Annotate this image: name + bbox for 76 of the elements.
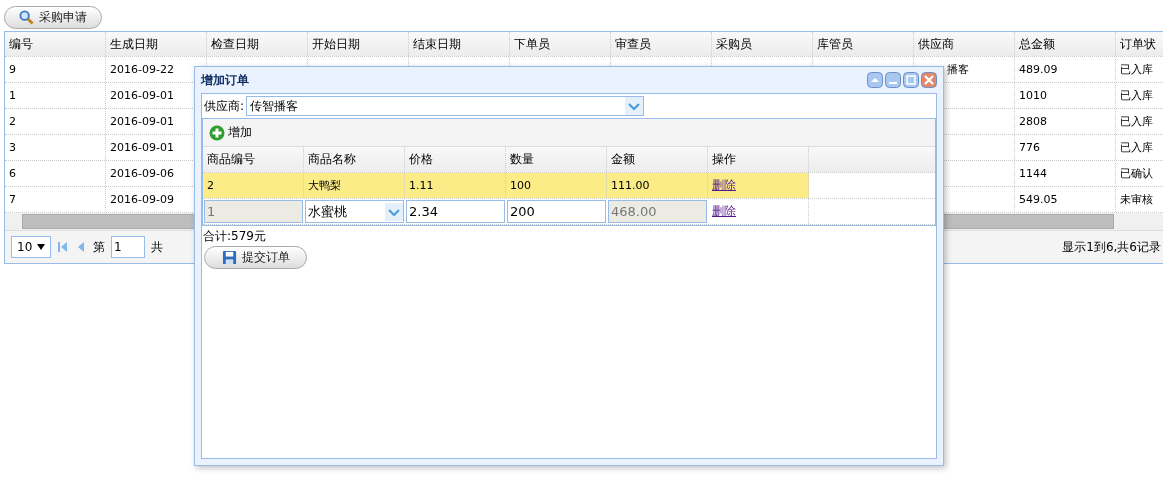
table-cell: 已入库 (1120, 140, 1153, 155)
amount-field[interactable]: 468.00 (608, 200, 707, 223)
table-cell: 3 (9, 141, 16, 154)
table-cell: 9 (9, 63, 16, 76)
table-cell: 6 (9, 167, 16, 180)
table-cell: 2016-09-22 (110, 63, 174, 76)
order-total: 合计:579元 (202, 228, 267, 245)
product-select[interactable]: 水蜜桃 (305, 200, 404, 223)
minimize-button[interactable] (885, 72, 901, 88)
table-cell: 播客 (947, 62, 969, 77)
column-header: 金额 (611, 151, 635, 168)
add-button[interactable]: 增加 (209, 124, 252, 141)
column-header: 编号 (9, 35, 33, 53)
supplier-select[interactable]: 传智播客 (246, 96, 645, 116)
window-title: 增加订单 (201, 71, 249, 89)
table-cell: 2 (9, 115, 16, 128)
table-cell: 776 (1019, 141, 1040, 154)
table-cell: 已入库 (1120, 62, 1153, 77)
table-cell: 489.09 (1019, 63, 1058, 76)
table-cell: 2016-09-06 (110, 167, 174, 180)
column-header: 订单状 (1120, 35, 1156, 53)
column-header: 采购员 (716, 35, 752, 53)
table-cell: 1144 (1019, 167, 1047, 180)
price-field[interactable]: 2.34 (406, 200, 505, 223)
table-cell: 已确认 (1120, 166, 1153, 181)
submit-order-button[interactable]: 提交订单 (204, 246, 307, 269)
id-field[interactable]: 1 (204, 200, 303, 223)
table-cell: 2016-09-01 (110, 141, 174, 154)
search-icon (19, 10, 34, 25)
table-cell: 2016-09-01 (110, 89, 174, 102)
table-cell: 2016-09-09 (110, 193, 174, 206)
maximize-button[interactable] (903, 72, 919, 88)
table-cell: 已入库 (1120, 88, 1153, 103)
table-cell: 100 (506, 173, 607, 198)
column-header: 操作 (712, 151, 736, 168)
table-cell: 2 (203, 173, 304, 198)
page-size-select[interactable]: 10 (11, 236, 51, 258)
page-input[interactable]: 1 (111, 236, 145, 258)
column-header: 供应商 (918, 35, 954, 53)
save-icon (221, 250, 237, 265)
delete-link[interactable]: 删除 (712, 203, 736, 220)
column-header: 商品名称 (308, 151, 356, 168)
table-cell: 549.05 (1019, 193, 1058, 206)
column-header: 价格 (409, 151, 433, 168)
column-header: 下单员 (514, 35, 550, 53)
total-pages-label: 共 (151, 238, 163, 256)
table-cell: 7 (9, 193, 16, 206)
column-header: 总金额 (1019, 35, 1055, 53)
column-header: 开始日期 (312, 35, 360, 53)
table-cell: 2016-09-01 (110, 115, 174, 128)
purchase-request-button[interactable]: 采购申请 (4, 6, 102, 29)
record-summary: 显示1到6,共6记录 (1062, 238, 1161, 256)
column-header: 审查员 (615, 35, 651, 53)
caret-icon (37, 244, 45, 250)
table-cell: 未审核 (1120, 192, 1153, 207)
delete-link[interactable]: 删除 (712, 177, 736, 194)
first-page-icon[interactable] (57, 241, 69, 253)
table-cell: 1010 (1019, 89, 1047, 102)
table-cell: 大鸭梨 (304, 173, 405, 198)
plus-icon (209, 124, 225, 141)
column-header: 库管员 (817, 35, 853, 53)
collapse-button[interactable] (867, 72, 883, 88)
table-cell: 1 (9, 89, 16, 102)
table-cell: 2808 (1019, 115, 1047, 128)
column-header: 商品编号 (207, 151, 255, 168)
column-header: 检查日期 (211, 35, 259, 53)
quantity-field[interactable]: 200 (507, 200, 606, 223)
page-label: 第 (93, 238, 105, 256)
column-header: 数量 (510, 151, 534, 168)
column-header: 结束日期 (413, 35, 461, 53)
table-cell: 111.00 (607, 173, 708, 198)
column-header: 生成日期 (110, 35, 158, 53)
table-cell: 1.11 (405, 173, 506, 198)
table-cell: 已入库 (1120, 114, 1153, 129)
supplier-label: 供应商: (204, 97, 245, 115)
close-button[interactable] (921, 72, 937, 88)
